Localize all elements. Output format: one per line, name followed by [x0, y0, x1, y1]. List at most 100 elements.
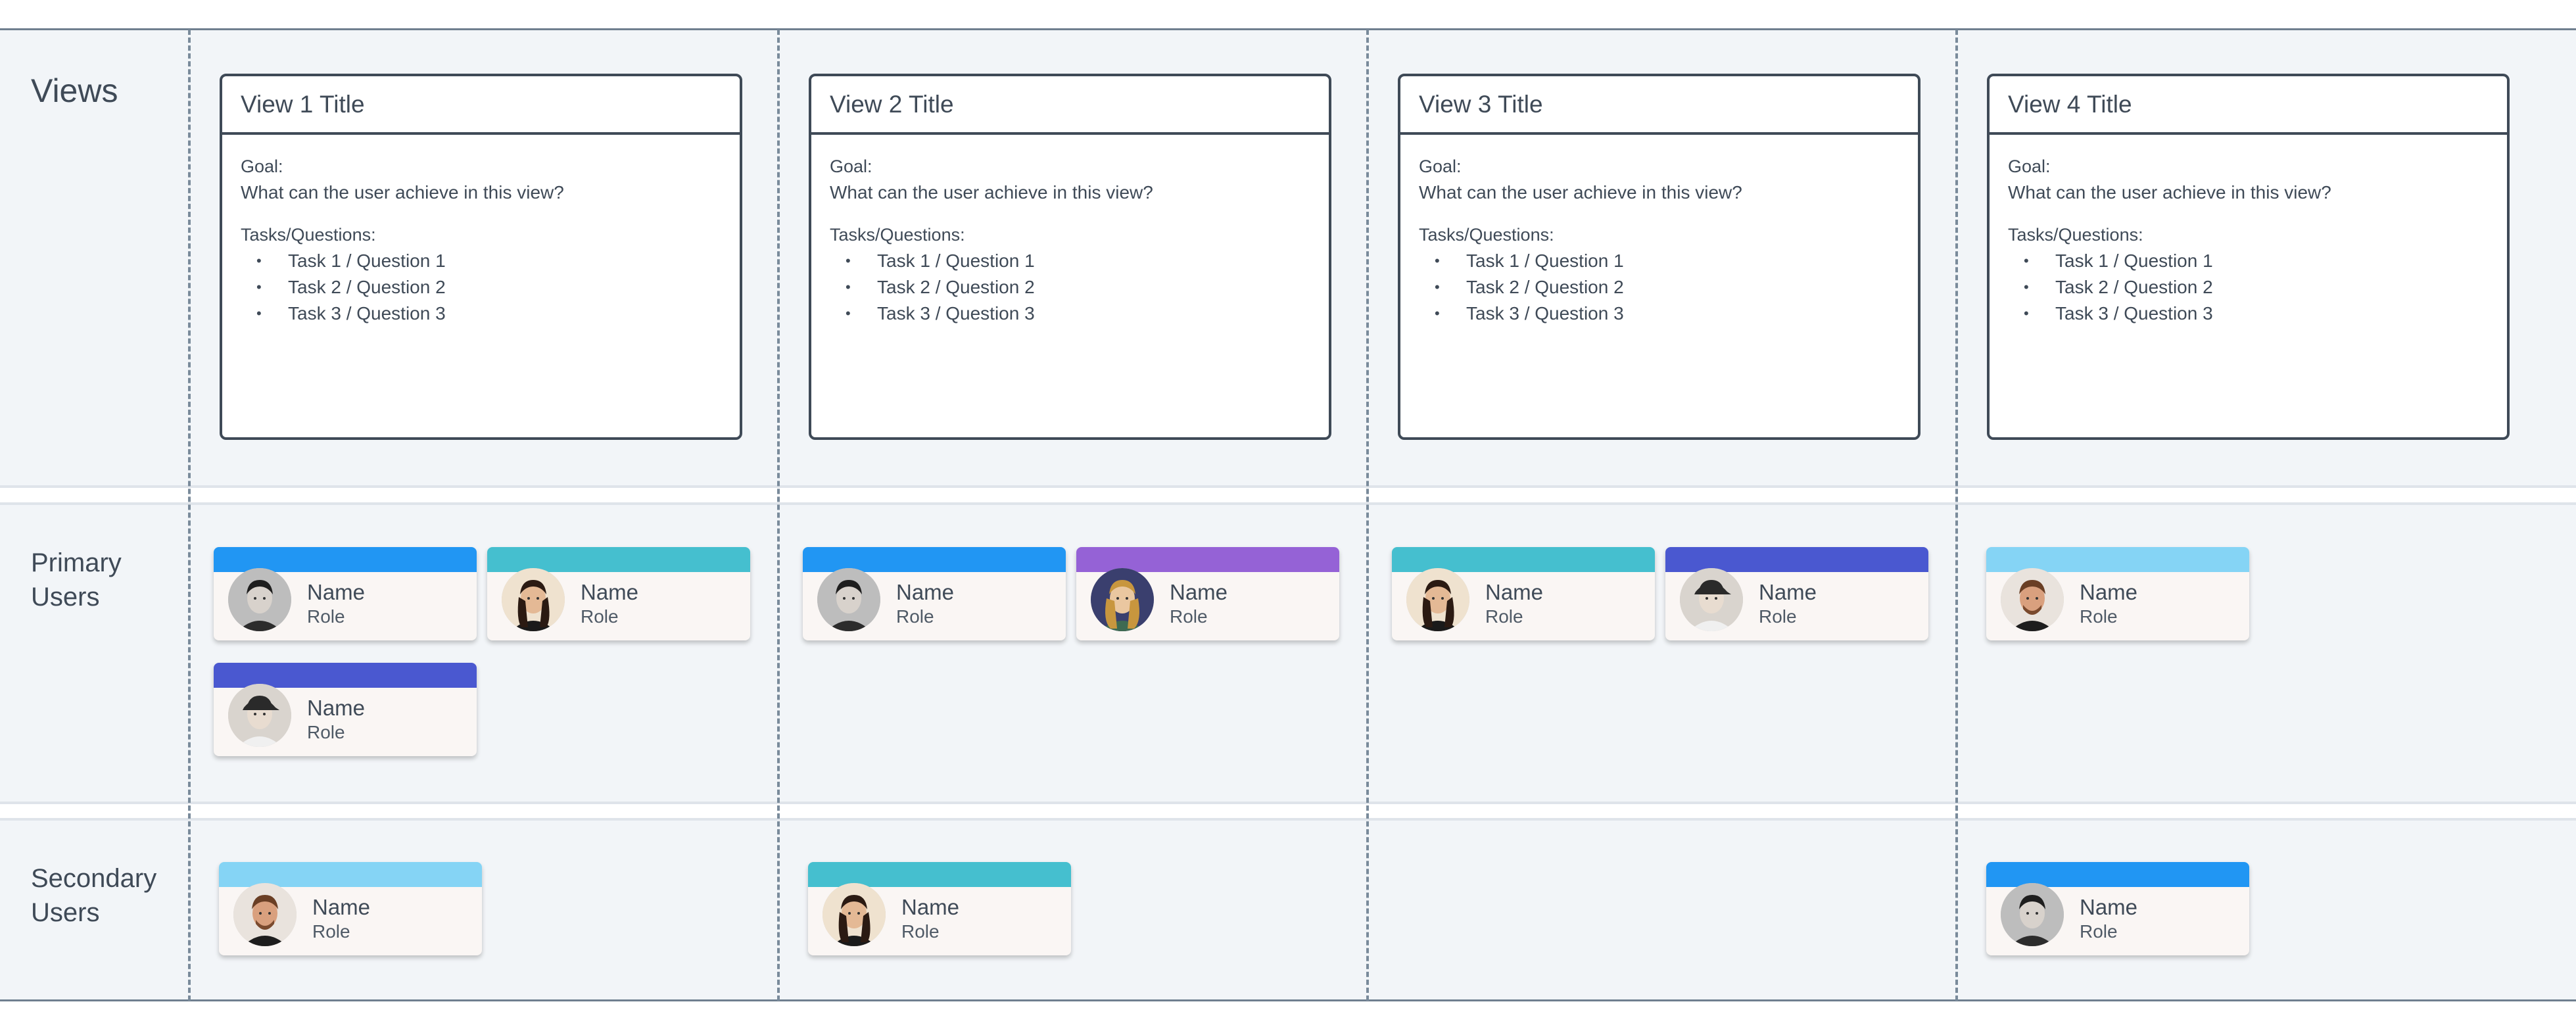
bullet-icon: • — [256, 279, 262, 295]
view-title: View 4 Title — [1990, 76, 2507, 135]
bottom-rule — [0, 999, 2576, 1001]
task-list: • Task 1 / Question 1 • Task 2 / Question 2… — [830, 248, 1329, 327]
primary-user-card[interactable]: Name Role — [214, 663, 477, 756]
view-title: View 1 Title — [222, 76, 740, 135]
avatar — [1091, 568, 1154, 631]
avatar — [2001, 883, 2064, 946]
view-body: Goal: What can the user achieve in this v… — [1990, 135, 2507, 327]
avatar — [2001, 568, 2064, 631]
tasks-label: Tasks/Questions: — [2008, 225, 2143, 245]
column-divider-4 — [1955, 30, 1958, 1001]
goal-label: Goal: — [830, 156, 872, 176]
row-label-primary-users: Primary Users — [31, 548, 122, 611]
user-name: Name — [307, 696, 366, 720]
secondary-user-card[interactable]: Name Role — [808, 862, 1071, 955]
task-text: Task 3 / Question 3 — [2055, 303, 2213, 324]
goal-text: What can the user achieve in this view? — [2008, 182, 2331, 203]
row-label-views: Views — [31, 72, 118, 109]
task-text: Task 2 / Question 2 — [877, 277, 1035, 297]
avatar — [228, 568, 291, 631]
task-list: • Task 1 / Question 1 • Task 2 / Question 2… — [241, 248, 740, 327]
bullet-icon: • — [846, 279, 851, 295]
task-item: • Task 2 / Question 2 — [241, 274, 740, 300]
goal-label: Goal: — [1419, 156, 1462, 176]
task-item: • Task 3 / Question 3 — [1419, 300, 1918, 327]
user-role: Role — [2080, 921, 2118, 942]
user-name: Name — [896, 580, 955, 604]
user-name: Name — [2080, 895, 2138, 919]
goal-label: Goal: — [2008, 156, 2051, 176]
bullet-icon: • — [2024, 252, 2029, 269]
view-title: View 2 Title — [811, 76, 1329, 135]
avatar — [1406, 568, 1469, 631]
user-name: Name — [581, 580, 639, 604]
user-role: Role — [1759, 606, 1797, 627]
user-role: Role — [307, 722, 345, 742]
primary-user-card[interactable]: Name Role — [1986, 547, 2249, 640]
tasks-label: Tasks/Questions: — [830, 225, 965, 245]
view-body: Goal: What can the user achieve in this v… — [1400, 135, 1918, 327]
tasks-label: Tasks/Questions: — [1419, 225, 1554, 245]
avatar — [228, 684, 291, 747]
user-name: Name — [2080, 580, 2138, 604]
goal-text: What can the user achieve in this view? — [241, 182, 564, 203]
task-text: Task 1 / Question 1 — [2055, 251, 2213, 271]
task-item: • Task 3 / Question 3 — [830, 300, 1329, 327]
column-divider-1 — [188, 30, 191, 1001]
bullet-icon: • — [2024, 279, 2029, 295]
column-divider-3 — [1366, 30, 1369, 1001]
task-item: • Task 2 / Question 2 — [830, 274, 1329, 300]
task-item: • Task 1 / Question 1 — [1419, 248, 1918, 274]
goal-label: Goal: — [241, 156, 283, 176]
user-role: Role — [901, 921, 940, 942]
task-list: • Task 1 / Question 1 • Task 2 / Question 2… — [2008, 248, 2507, 327]
task-item: • Task 1 / Question 1 — [241, 248, 740, 274]
bullet-icon: • — [1435, 252, 1440, 269]
primary-user-card[interactable]: Name Role — [1665, 547, 1928, 640]
bullet-icon: • — [2024, 305, 2029, 322]
user-role: Role — [1170, 606, 1208, 627]
task-text: Task 2 / Question 2 — [1466, 277, 1624, 297]
task-item: • Task 3 / Question 3 — [2008, 300, 2507, 327]
primary-user-card[interactable]: Name Role — [214, 547, 477, 640]
task-text: Task 3 / Question 3 — [288, 303, 446, 324]
task-list: • Task 1 / Question 1 • Task 2 / Question 2… — [1419, 248, 1918, 327]
task-text: Task 3 / Question 3 — [877, 303, 1035, 324]
secondary-user-card[interactable]: Name Role — [1986, 862, 2249, 955]
primary-user-card[interactable]: Name Role — [803, 547, 1066, 640]
avatar — [233, 883, 297, 946]
separator-primary-secondary-2 — [0, 818, 2576, 821]
task-text: Task 3 / Question 3 — [1466, 303, 1624, 324]
top-rule — [0, 28, 2576, 30]
task-text: Task 2 / Question 2 — [288, 277, 446, 297]
separator-primary-secondary — [0, 802, 2576, 804]
primary-user-card[interactable]: Name Role — [487, 547, 750, 640]
bullet-icon: • — [256, 305, 262, 322]
view-card-2: View 2 Title Goal: What can the user achie… — [809, 74, 1331, 440]
secondary-user-card[interactable]: Name Role — [219, 862, 482, 955]
view-title: View 3 Title — [1400, 76, 1918, 135]
user-name: Name — [1759, 580, 1817, 604]
row-label-secondary-users: Secondary Users — [31, 864, 157, 927]
task-item: • Task 3 / Question 3 — [241, 300, 740, 327]
user-role: Role — [581, 606, 619, 627]
task-text: Task 2 / Question 2 — [2055, 277, 2213, 297]
user-name: Name — [901, 895, 960, 919]
tasks-label: Tasks/Questions: — [241, 225, 376, 245]
user-role: Role — [312, 921, 350, 942]
avatar — [1680, 568, 1743, 631]
bullet-icon: • — [846, 252, 851, 269]
goal-text: What can the user achieve in this view? — [1419, 182, 1742, 203]
view-card-4: View 4 Title Goal: What can the user achie… — [1987, 74, 2510, 440]
user-name: Name — [312, 895, 371, 919]
task-item: • Task 1 / Question 1 — [830, 248, 1329, 274]
column-divider-2 — [777, 30, 780, 1001]
bullet-icon: • — [1435, 279, 1440, 295]
task-item: • Task 1 / Question 1 — [2008, 248, 2507, 274]
user-name: Name — [307, 580, 366, 604]
primary-user-card[interactable]: Name Role — [1392, 547, 1655, 640]
primary-user-card[interactable]: Name Role — [1076, 547, 1339, 640]
